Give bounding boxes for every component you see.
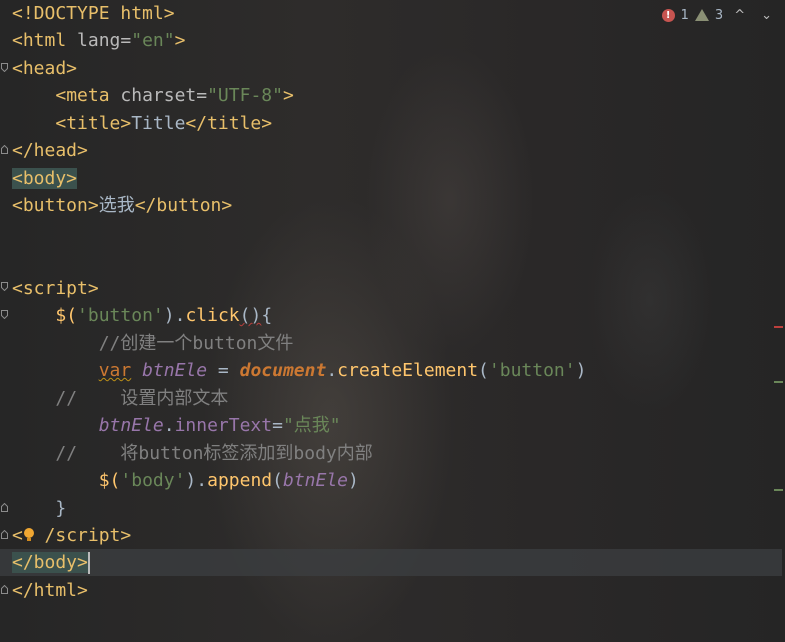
- fold-gutter: [0, 0, 12, 642]
- code-line[interactable]: <script>: [12, 275, 99, 302]
- code-line[interactable]: <body>: [12, 165, 78, 192]
- method: createElement: [337, 360, 479, 381]
- operator: =: [272, 415, 283, 436]
- tag: <button>: [12, 195, 99, 216]
- operator: =: [207, 360, 240, 381]
- error-count: 1: [680, 7, 689, 23]
- attr-value: "en": [131, 30, 175, 51]
- attr-name: charset: [120, 85, 197, 106]
- warning-stripe-marker[interactable]: [774, 381, 783, 383]
- tag: </button>: [134, 195, 233, 216]
- code-line[interactable]: //创建一个button文件: [12, 330, 294, 357]
- string: "点我": [282, 415, 341, 436]
- tag: >: [174, 30, 186, 51]
- fold-icon[interactable]: [1, 585, 8, 594]
- punct: ).: [163, 305, 186, 326]
- punct: ): [348, 470, 359, 491]
- brace: {: [261, 305, 273, 326]
- jquery-call: $(: [55, 305, 78, 326]
- fold-icon[interactable]: [1, 530, 8, 539]
- tag: </title>: [185, 113, 273, 134]
- comment: //创建一个button文件: [98, 333, 294, 354]
- string: 'button': [488, 360, 576, 381]
- fold-icon[interactable]: [1, 310, 8, 319]
- parens: (): [239, 305, 262, 326]
- string: 'button': [77, 305, 164, 326]
- tag-highlighted: <body>: [12, 168, 78, 189]
- brace: }: [55, 498, 67, 519]
- lightbulb-icon[interactable]: [23, 527, 35, 541]
- code-line[interactable]: $('body').append(btnEle): [12, 467, 359, 494]
- code-line[interactable]: var btnEle = document.createElement('but…: [12, 357, 587, 384]
- code-line[interactable]: <meta charset="UTF-8">: [12, 82, 294, 109]
- punct: .: [326, 360, 338, 381]
- previous-highlight-icon[interactable]: ^: [729, 8, 750, 23]
- method: append: [207, 470, 273, 491]
- punct: ).: [185, 470, 208, 491]
- text: Title: [131, 113, 186, 134]
- next-highlight-icon[interactable]: ⌄: [756, 8, 777, 23]
- attr-name: lang: [77, 30, 121, 51]
- tag: <html: [12, 30, 78, 51]
- comment: // 将button标签添加到body内部: [55, 443, 373, 464]
- tag: </html>: [12, 580, 88, 601]
- tag: </head>: [12, 140, 88, 161]
- tag: <script>: [12, 278, 99, 299]
- code-line[interactable]: // 设置内部文本: [12, 385, 228, 412]
- tag-highlighted: </body>: [12, 552, 88, 573]
- equals: =: [196, 85, 208, 106]
- tag: <meta: [55, 85, 121, 106]
- variable: btnEle: [98, 415, 164, 436]
- code-line[interactable]: </head>: [12, 137, 88, 164]
- fold-icon[interactable]: [1, 282, 8, 291]
- code-line[interactable]: $('button').click(){: [12, 302, 272, 329]
- current-code-line[interactable]: </body>: [0, 549, 782, 576]
- tag: <: [12, 525, 23, 546]
- code-line[interactable]: btnEle.innerText="点我": [12, 412, 341, 439]
- punct: (: [272, 470, 283, 491]
- code-line[interactable]: <title>Title</title>: [12, 110, 272, 137]
- tag: /script>: [44, 525, 132, 546]
- variable: btnEle: [142, 360, 208, 381]
- global: document: [239, 360, 327, 381]
- jquery-call: $(: [98, 470, 121, 491]
- tag: <title>: [55, 113, 132, 134]
- comment: // 设置内部文本: [55, 388, 229, 409]
- code-line[interactable]: // 将button标签添加到body内部: [12, 440, 373, 467]
- tag: >: [282, 85, 294, 106]
- string: 'body': [120, 470, 186, 491]
- error-icon: !: [661, 8, 675, 22]
- tag: <head>: [12, 58, 78, 79]
- code-line[interactable]: </html>: [12, 577, 88, 604]
- code-line[interactable]: <button>选我</button>: [12, 192, 232, 219]
- punct: (: [478, 360, 489, 381]
- code-line[interactable]: }: [12, 495, 66, 522]
- fold-icon[interactable]: [1, 63, 8, 72]
- method: click: [185, 305, 240, 326]
- doctype: <!DOCTYPE html>: [12, 3, 175, 24]
- fold-icon[interactable]: [1, 145, 8, 154]
- code-line[interactable]: <html lang="en">: [12, 27, 185, 54]
- warning-triangle-icon: [694, 9, 709, 21]
- property: innerText: [174, 415, 273, 436]
- code-line[interactable]: <head>: [12, 55, 77, 82]
- code-line[interactable]: <!DOCTYPE html>: [12, 0, 175, 27]
- error-stripe-marker[interactable]: [774, 326, 783, 328]
- text: 选我: [98, 195, 135, 216]
- text-caret: [87, 552, 90, 574]
- warning-count: 3: [714, 7, 724, 23]
- punct: ): [575, 360, 587, 381]
- attr-value: "UTF-8": [207, 85, 283, 106]
- warning-stripe-marker[interactable]: [774, 489, 783, 491]
- equals: =: [120, 30, 132, 51]
- fold-icon[interactable]: [1, 503, 8, 512]
- punct: .: [163, 415, 175, 436]
- variable: btnEle: [282, 470, 349, 491]
- keyword: var: [98, 360, 132, 381]
- inspection-widget[interactable]: ! 1 3 ^ ⌄: [661, 4, 777, 26]
